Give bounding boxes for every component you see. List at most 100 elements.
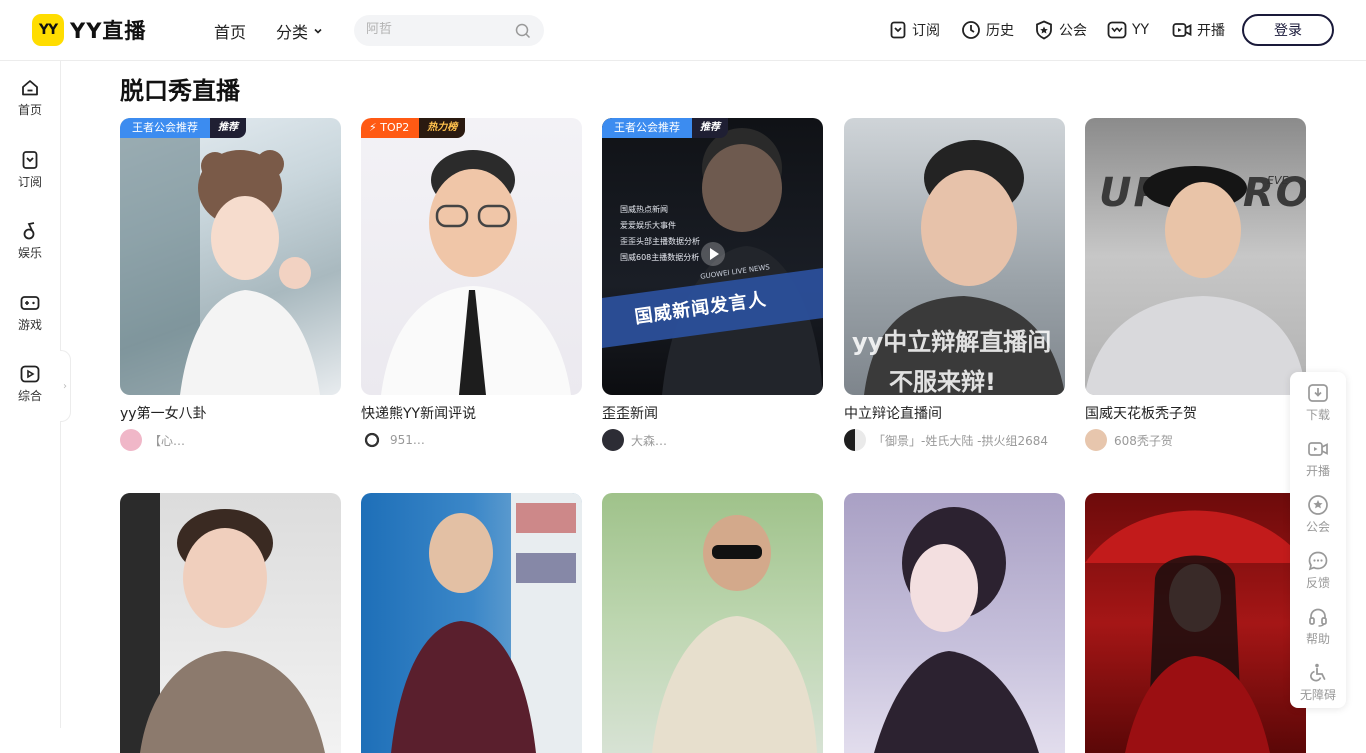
streamer-photo xyxy=(120,118,320,395)
feedback-label: 反馈 xyxy=(1305,576,1330,590)
owner-name: 951… xyxy=(390,433,425,447)
stream-card[interactable]: 国威热点新闻 爱爱娱乐大事件 歪歪头部主播数据分析 国威608主播数据分析 GU… xyxy=(602,118,823,451)
stream-thumbnail[interactable] xyxy=(602,493,823,753)
recommend-badge: 推荐 xyxy=(692,118,728,138)
owner-name: 【心… xyxy=(149,433,186,448)
play-icon[interactable] xyxy=(700,241,726,267)
nav-category-dropdown[interactable]: 分类 xyxy=(276,19,323,43)
go-live-label: 开播 xyxy=(1197,23,1225,39)
yy-label: YY xyxy=(1132,22,1150,38)
yy-logo-badge: YY xyxy=(32,14,64,46)
stream-thumbnail[interactable] xyxy=(120,493,341,753)
search-box[interactable] xyxy=(354,15,544,46)
sidebar-item-label: 娱乐 xyxy=(17,246,42,260)
download-button[interactable]: 下载 xyxy=(1290,382,1346,423)
card-badges: 王者公会推荐 推荐 xyxy=(602,118,728,138)
go-live-action[interactable]: 开播 xyxy=(1172,19,1225,41)
stream-card[interactable]: yy中立辩解直播间 不服来辩! 中立辩论直播间 「御景」-姓氏大陆 -拱火组26… xyxy=(844,118,1065,451)
stream-card[interactable] xyxy=(120,493,341,753)
download-label: 下载 xyxy=(1305,408,1330,422)
stream-title[interactable]: 国威天花板秃子贺 xyxy=(1085,403,1306,423)
subscribe-action[interactable]: 订阅 xyxy=(889,19,940,41)
stream-card[interactable] xyxy=(361,493,582,753)
stream-thumbnail[interactable]: 王者公会推荐 推荐 xyxy=(120,118,341,395)
login-button[interactable]: 登录 xyxy=(1242,14,1334,46)
chat-bubble-icon xyxy=(1308,551,1328,571)
download-icon xyxy=(1308,384,1328,402)
stream-card[interactable] xyxy=(1085,493,1306,753)
guild-shield-icon xyxy=(1308,495,1328,515)
stream-owner[interactable]: 951… xyxy=(361,429,582,451)
avatar xyxy=(361,429,383,451)
stream-owner[interactable]: 608秃子贺 xyxy=(1085,429,1306,451)
stream-thumbnail[interactable] xyxy=(361,493,582,753)
sidebar-item-label: 首页 xyxy=(17,103,42,117)
search-input[interactable] xyxy=(366,22,506,37)
stream-thumbnail[interactable]: yy中立辩解直播间 不服来辩! xyxy=(844,118,1065,395)
recommend-badge: 推荐 xyxy=(210,118,246,138)
chevron-down-icon xyxy=(314,28,322,34)
left-sidebar: 首页 订阅 娱乐 游戏 综合 xyxy=(0,61,61,728)
stream-card[interactable] xyxy=(844,493,1065,753)
accessibility-label: 无障碍 xyxy=(1299,688,1336,702)
poster-line: 歪歪头部主播数据分析 xyxy=(620,237,700,246)
sidebar-item-games[interactable]: 游戏 xyxy=(0,293,60,333)
avatar xyxy=(120,429,142,451)
history-action[interactable]: 历史 xyxy=(961,19,1014,41)
guild-label: 公会 xyxy=(1059,23,1087,39)
streamer-photo xyxy=(381,150,571,395)
nav-home-link[interactable]: 首页 xyxy=(214,19,246,43)
home-icon xyxy=(22,80,38,96)
stream-title[interactable]: 歪歪新闻 xyxy=(602,403,823,423)
yy-logo[interactable]: YY YY直播 xyxy=(32,14,146,46)
sidebar-item-label: 综合 xyxy=(17,389,42,403)
float-go-live-button[interactable]: 开播 xyxy=(1290,438,1346,479)
camera-icon xyxy=(1308,442,1328,456)
streamer-photo xyxy=(391,493,582,753)
stream-thumbnail[interactable]: UPER RO EVE xyxy=(1085,118,1306,395)
top-rank-badge: ⚡ TOP2 xyxy=(361,118,420,138)
poster-line: 爱爱娱乐大事件 xyxy=(620,221,676,230)
tv-icon xyxy=(20,365,40,383)
stream-thumbnail[interactable] xyxy=(844,493,1065,753)
sidebar-item-general[interactable]: 综合 xyxy=(0,364,60,404)
float-guild-button[interactable]: 公会 xyxy=(1290,494,1346,535)
stream-card[interactable]: 王者公会推荐 推荐 yy第一女八卦 【心… xyxy=(120,118,341,451)
stream-thumbnail[interactable] xyxy=(1085,493,1306,753)
stream-owner[interactable]: 「御景」-姓氏大陆 -拱火组2684 xyxy=(844,429,1065,451)
poster-line: 国威热点新闻 xyxy=(620,205,668,214)
yy-icon xyxy=(1107,21,1127,39)
stream-card[interactable]: UPER RO EVE 国威天花板秃子贺 608秃子贺 xyxy=(1085,118,1306,451)
stream-card[interactable] xyxy=(602,493,823,753)
stream-owner[interactable]: 【心… xyxy=(120,429,341,451)
sidebar-item-label: 游戏 xyxy=(17,318,42,332)
stream-title[interactable]: 快递熊YY新闻评说 xyxy=(361,403,582,423)
guild-action[interactable]: 公会 xyxy=(1034,19,1087,41)
streamer-photo xyxy=(874,507,1039,753)
accessibility-button[interactable]: 无障碍 xyxy=(1290,662,1346,703)
sidebar-item-entertainment[interactable]: 娱乐 xyxy=(0,221,60,261)
stream-thumbnail[interactable]: 国威热点新闻 爱爱娱乐大事件 歪歪头部主播数据分析 国威608主播数据分析 GU… xyxy=(602,118,823,395)
help-button[interactable]: 帮助 xyxy=(1290,606,1346,647)
section-title: 脱口秀直播 xyxy=(120,77,240,105)
subscribe-label: 订阅 xyxy=(912,23,940,39)
camera-icon xyxy=(1172,23,1192,37)
yy-logo-text: YY直播 xyxy=(70,19,147,43)
sidebar-item-home[interactable]: 首页 xyxy=(0,78,60,118)
stream-title[interactable]: 中立辩论直播间 xyxy=(844,403,1065,423)
stream-owner[interactable]: 大森… xyxy=(602,429,823,451)
music-note-icon xyxy=(23,222,35,240)
streamer-photo xyxy=(1085,510,1306,753)
stream-thumbnail[interactable]: ⚡ TOP2 热力榜 xyxy=(361,118,582,395)
yy-action[interactable]: YY xyxy=(1107,19,1149,41)
stream-title[interactable]: yy第一女八卦 xyxy=(120,403,341,423)
stream-card[interactable]: ⚡ TOP2 热力榜 快递熊YY新闻评说 951… xyxy=(361,118,582,451)
guild-recommend-badge: 王者公会推荐 xyxy=(120,118,210,138)
sidebar-expand-tab[interactable]: › xyxy=(60,350,71,422)
history-label: 历史 xyxy=(986,23,1014,39)
feedback-button[interactable]: 反馈 xyxy=(1290,550,1346,591)
streamer-photo xyxy=(120,493,325,753)
sidebar-item-subscribe[interactable]: 订阅 xyxy=(0,150,60,190)
search-icon[interactable] xyxy=(515,23,531,39)
floating-toolbar: 下载 开播 公会 反馈 帮助 无障碍 xyxy=(1290,372,1346,708)
